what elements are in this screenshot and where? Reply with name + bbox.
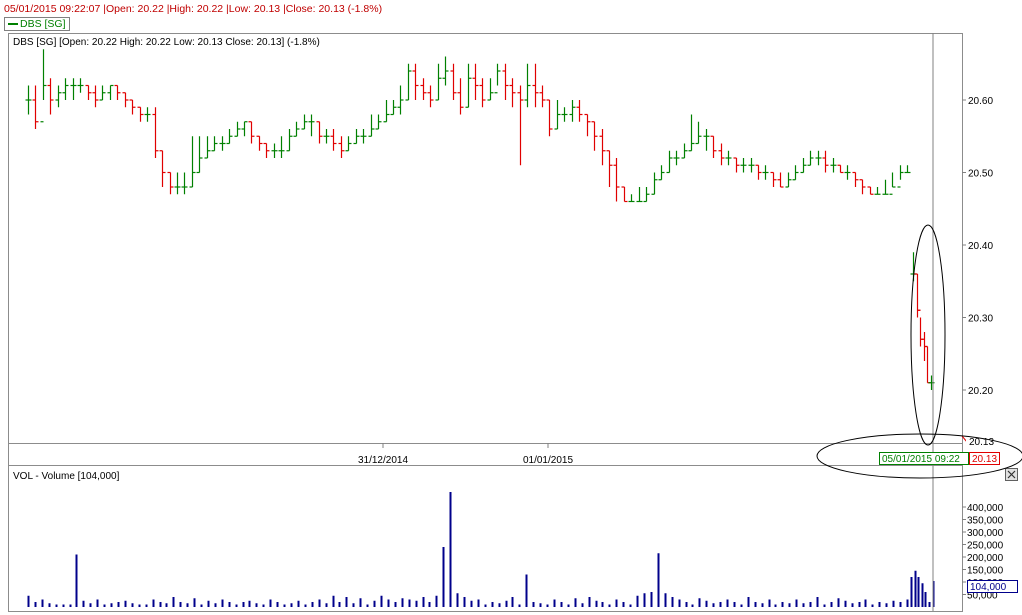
price-tick-label: 20.30 [968,314,993,325]
price-tick-label: 20.20 [968,386,993,397]
x-tick-label: 01/01/2015 [523,455,573,466]
time-axis [8,443,963,466]
price-pane-info: DBS [SG] [Open: 20.22 High: 20.22 Low: 2… [13,37,320,48]
volume-tick-label: 250,000 [967,541,1004,552]
chart-canvas[interactable]: DBS [SG] [Open: 20.22 High: 20.22 Low: 2… [0,0,1022,615]
price-tick-label: 20.60 [968,96,993,107]
volume-tick-label: 350,000 [967,516,1004,527]
volume-pane-info: VOL - Volume [104,000] [13,471,120,482]
volume-tick-label: 150,000 [967,566,1004,577]
price-pane[interactable] [8,33,963,444]
last-volume-label: 104,000 [970,582,1007,593]
volume-tick-label: 400,000 [967,503,1004,514]
cursor-price-label: 20.13 [972,454,997,465]
volume-pane[interactable] [8,465,963,612]
price-tick-label: 20.40 [968,241,993,252]
x-tick-label: 31/12/2014 [358,455,408,466]
volume-tick-label: 300,000 [967,528,1004,539]
price-tick-label: 20.50 [968,169,993,180]
volume-tick-label: 200,000 [967,553,1004,564]
cursor-time-label: 05/01/2015 09:22 [882,454,960,465]
